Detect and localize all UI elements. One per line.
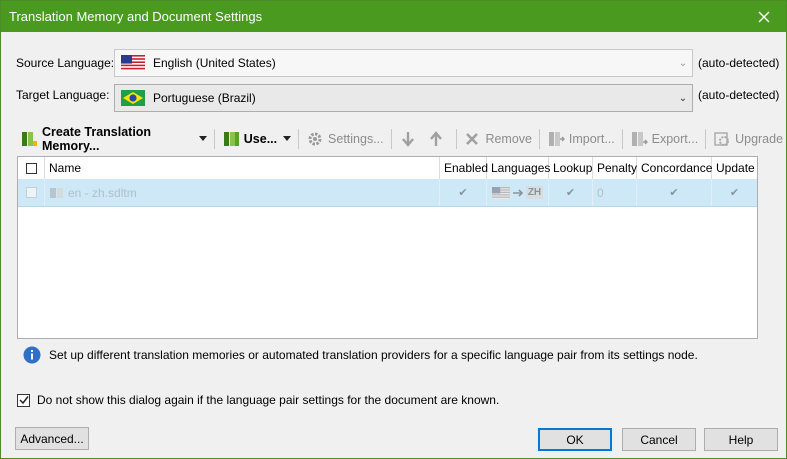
penalty-value: 0: [597, 185, 604, 200]
move-down-button[interactable]: [396, 127, 424, 151]
row-languages-cell: ZH: [487, 179, 549, 206]
row-lookup-cell: ✔: [549, 179, 593, 206]
checkmark-icon: ✔: [458, 187, 468, 199]
arrow-up-icon: [427, 130, 445, 148]
row-enabled-cell: ✔: [440, 179, 487, 206]
toolbar-separator: [213, 129, 215, 149]
dont-show-checkbox[interactable]: [17, 393, 30, 407]
chevron-down-icon: ⌄: [678, 92, 688, 104]
tm-toolbar: Create Translation Memory... Use... Sett…: [17, 125, 786, 153]
ok-button[interactable]: OK: [538, 428, 612, 451]
grid-header: Name Enabled Languages Lookup Penalty Co…: [18, 157, 757, 180]
chevron-down-icon: ⌄: [678, 57, 688, 69]
use-tm-button[interactable]: Use...: [219, 127, 280, 151]
target-language-label: Target Language:: [16, 88, 110, 102]
export-icon: [630, 130, 648, 148]
close-icon: [758, 11, 770, 22]
info-message: Set up different translation memories or…: [23, 346, 698, 364]
select-all-cell: [18, 157, 45, 179]
dont-show-checkbox-row[interactable]: Do not show this dialog again if the lan…: [17, 393, 499, 407]
import-button[interactable]: Import...: [544, 127, 618, 151]
gear-icon: [306, 130, 324, 148]
column-header-languages[interactable]: Languages: [487, 157, 550, 179]
dropdown-arrow-icon: [198, 136, 207, 141]
table-row[interactable]: en - zh.sdltm ✔ ZH ✔ 0 ✔ ✔: [18, 179, 757, 207]
column-header-penalty[interactable]: Penalty: [593, 157, 637, 179]
tm-file-icon: [50, 187, 63, 198]
row-select-cell: [18, 179, 45, 206]
row-concordance-cell: ✔: [637, 179, 712, 206]
create-tm-button[interactable]: Create Translation Memory...: [17, 125, 196, 153]
settings-button[interactable]: Settings...: [303, 127, 387, 151]
toolbar-separator: [705, 129, 707, 149]
dropdown-arrow-icon: [283, 136, 292, 141]
import-icon: [547, 130, 565, 148]
dont-show-label: Do not show this dialog again if the lan…: [37, 393, 500, 407]
use-tm-icon: [222, 130, 240, 148]
column-header-update[interactable]: Update: [712, 157, 757, 179]
checkmark-icon: [18, 396, 29, 405]
tm-grid[interactable]: Name Enabled Languages Lookup Penalty Co…: [17, 156, 758, 339]
tm-name: en - zh.sdltm: [68, 185, 137, 200]
create-tm-dropdown[interactable]: [196, 127, 210, 151]
checkmark-icon: ✔: [669, 187, 679, 199]
toolbar-separator: [390, 129, 392, 149]
upgrade-button[interactable]: Upgrade: [710, 127, 786, 151]
cancel-button[interactable]: Cancel: [622, 428, 696, 451]
target-language-value: Portuguese (Brazil): [153, 91, 256, 105]
target-language-code: ZH: [525, 186, 544, 199]
checkmark-icon: ✔: [565, 187, 576, 199]
export-button[interactable]: Export...: [627, 127, 702, 151]
column-header-lookup[interactable]: Lookup: [549, 157, 593, 179]
us-flag-icon: [121, 55, 145, 71]
source-language-combo[interactable]: English (United States) ⌄: [114, 49, 693, 77]
target-auto-detected: (auto-detected): [698, 88, 780, 102]
move-up-button[interactable]: [424, 127, 452, 151]
help-button[interactable]: Help: [704, 428, 778, 451]
checkmark-icon: ✔: [729, 187, 740, 199]
arrow-down-icon: [399, 130, 417, 148]
remove-x-icon: [463, 130, 481, 148]
remove-button[interactable]: Remove: [460, 127, 535, 151]
create-tm-icon: [20, 130, 38, 148]
info-icon: [23, 346, 41, 364]
dialog-window: Translation Memory and Document Settings…: [0, 0, 787, 459]
title-bar: Translation Memory and Document Settings: [1, 1, 786, 32]
advanced-button[interactable]: Advanced...: [15, 427, 89, 450]
row-penalty-cell: 0: [593, 179, 637, 206]
upgrade-icon: [713, 130, 731, 148]
source-language-label: Source Language:: [16, 56, 115, 70]
close-button[interactable]: [742, 1, 786, 32]
arrow-right-icon: [512, 188, 523, 197]
column-header-concordance[interactable]: Concordance: [637, 157, 712, 179]
column-header-enabled[interactable]: Enabled: [440, 157, 488, 179]
select-all-checkbox[interactable]: [25, 162, 37, 174]
row-name-cell: en - zh.sdltm: [45, 179, 440, 206]
row-select-checkbox[interactable]: [25, 187, 37, 198]
source-auto-detected: (auto-detected): [698, 56, 780, 70]
toolbar-separator: [538, 129, 540, 149]
toolbar-separator: [455, 129, 457, 149]
brazil-flag-icon: [121, 90, 145, 106]
info-text: Set up different translation memories or…: [49, 348, 698, 362]
toolbar-separator: [621, 129, 623, 149]
toolbar-separator: [298, 129, 300, 149]
window-title: Translation Memory and Document Settings: [9, 9, 263, 24]
source-language-value: English (United States): [153, 56, 276, 70]
column-header-name[interactable]: Name: [45, 157, 440, 179]
row-update-cell: ✔: [712, 179, 757, 206]
target-language-combo[interactable]: Portuguese (Brazil) ⌄: [114, 84, 693, 112]
us-flag-icon: [491, 186, 510, 199]
use-tm-dropdown[interactable]: [280, 127, 294, 151]
